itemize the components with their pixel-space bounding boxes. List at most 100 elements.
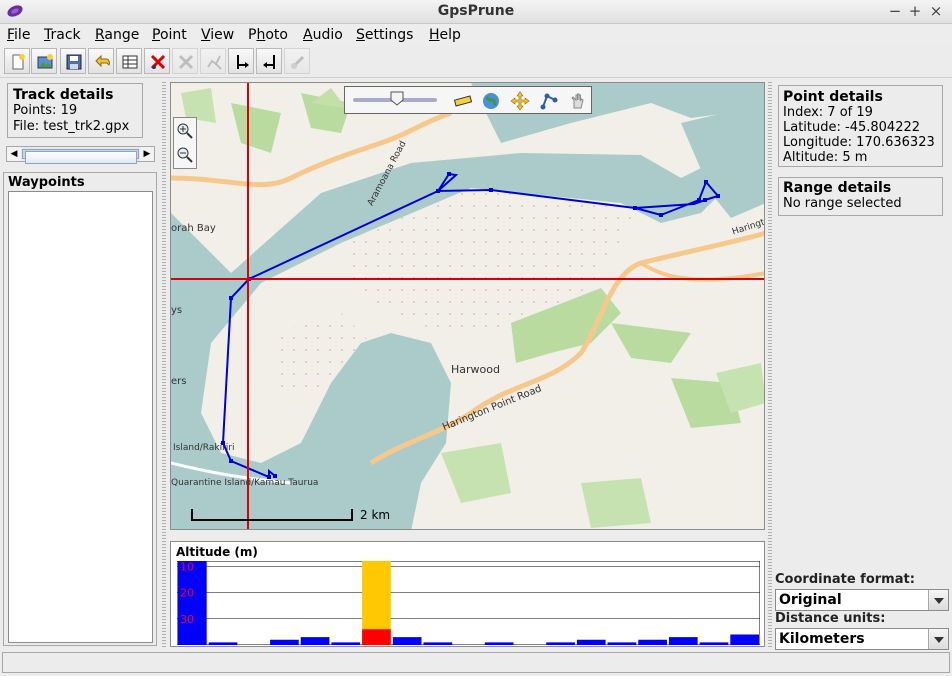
altitude-bar[interactable] bbox=[607, 642, 637, 645]
altitude-profile-panel[interactable]: Altitude (m) 30 20 10 bbox=[170, 541, 765, 647]
point-longitude: Longitude: 170.636323 bbox=[783, 135, 935, 150]
edit-table-button[interactable] bbox=[116, 48, 142, 74]
delete-point-icon bbox=[150, 54, 166, 70]
set-range-start-button[interactable] bbox=[228, 48, 254, 74]
save-button[interactable] bbox=[60, 48, 86, 74]
menu-view[interactable]: View bbox=[201, 27, 234, 43]
set-range-end-icon bbox=[263, 55, 275, 69]
save-icon bbox=[66, 54, 82, 70]
add-photo-button[interactable] bbox=[31, 48, 57, 74]
altitude-bar[interactable] bbox=[668, 637, 698, 645]
coordinate-format-value: Original bbox=[779, 592, 842, 608]
altitude-bar[interactable] bbox=[208, 642, 238, 645]
track-details-title: Track details bbox=[13, 87, 114, 103]
map-label-edge-2: ers bbox=[171, 376, 187, 387]
point-latitude: Latitude: -45.804222 bbox=[783, 120, 921, 135]
zoom-controls bbox=[173, 117, 197, 169]
menu-point[interactable]: Point bbox=[152, 27, 187, 43]
new-file-button[interactable] bbox=[4, 48, 30, 74]
minimize-button[interactable]: − bbox=[886, 2, 904, 20]
point-details-panel: Point details Index: 7 of 19 Latitude: -… bbox=[778, 85, 943, 167]
edit-table-icon bbox=[122, 55, 138, 69]
map-label-edge-1: ys bbox=[171, 305, 183, 316]
globe-icon[interactable] bbox=[481, 91, 501, 111]
menu-help[interactable]: Help bbox=[429, 27, 461, 43]
altitude-bar[interactable] bbox=[300, 637, 330, 645]
maximize-button[interactable]: + bbox=[906, 2, 924, 20]
delete-point-button[interactable] bbox=[144, 48, 170, 74]
slider-thumb[interactable] bbox=[25, 151, 137, 164]
window-title: GpsPrune bbox=[437, 3, 515, 19]
menu-settings[interactable]: Settings bbox=[356, 27, 413, 43]
scale-bar-toggle-icon[interactable] bbox=[453, 91, 473, 111]
altitude-bar[interactable] bbox=[270, 639, 299, 645]
slider-track[interactable] bbox=[22, 149, 139, 164]
altitude-bar[interactable] bbox=[576, 639, 606, 645]
scroll-right-arrow-icon[interactable]: ▶ bbox=[140, 147, 154, 161]
point-index: Index: 7 of 19 bbox=[783, 105, 873, 120]
zoom-out-icon[interactable] bbox=[176, 146, 194, 164]
altitude-bar[interactable] bbox=[362, 629, 391, 645]
autopan-icon[interactable] bbox=[510, 91, 530, 111]
map-canvas[interactable] bbox=[171, 83, 765, 530]
map-label-harwood: Harwood bbox=[451, 363, 500, 376]
new-file-icon bbox=[12, 54, 25, 70]
altitude-bar[interactable] bbox=[546, 642, 575, 645]
map-scale-label: 2 km bbox=[360, 508, 391, 522]
altitude-bar[interactable] bbox=[178, 561, 207, 645]
distance-units-dropdown-button[interactable] bbox=[928, 629, 948, 649]
crop-button[interactable] bbox=[200, 48, 226, 74]
map-scale-bar bbox=[191, 509, 353, 521]
point-altitude: Altitude: 5 m bbox=[783, 150, 868, 165]
altitude-chart[interactable]: 30 20 10 bbox=[177, 561, 760, 645]
distance-units-select[interactable]: Kilometers bbox=[775, 628, 949, 650]
set-range-end-button[interactable] bbox=[256, 48, 282, 74]
coordinate-format-select[interactable]: Original bbox=[775, 589, 949, 611]
scroll-left-arrow-icon[interactable]: ◀ bbox=[7, 147, 21, 161]
menu-range[interactable]: Range bbox=[95, 27, 139, 43]
waypoints-panel: Waypoints bbox=[3, 172, 157, 646]
right-split-divider[interactable] bbox=[768, 82, 772, 647]
altitude-bar[interactable] bbox=[392, 637, 422, 645]
point-details-title: Point details bbox=[783, 89, 883, 105]
title-bar: GpsPrune − + × bbox=[0, 0, 952, 24]
altitude-bar[interactable] bbox=[699, 642, 729, 645]
connect-icon bbox=[291, 55, 305, 69]
undo-button[interactable] bbox=[88, 48, 114, 74]
connect-button[interactable] bbox=[284, 48, 310, 74]
menu-file[interactable]: File bbox=[7, 27, 30, 43]
range-details-title: Range details bbox=[783, 180, 892, 196]
altitude-chart-title: Altitude (m) bbox=[176, 545, 258, 559]
track-scroll-slider[interactable]: ◀ ▶ bbox=[6, 146, 155, 164]
map-label-island: Island/Rakiriri bbox=[173, 443, 235, 453]
zoom-slider-thumb-icon[interactable] bbox=[389, 90, 405, 106]
delete-range-button[interactable] bbox=[172, 48, 198, 74]
track-points-count: Points: 19 bbox=[13, 103, 78, 118]
map-view[interactable]: orah Bay Harwood Harington Point Road Ar… bbox=[170, 82, 765, 530]
map-label-quarantine: Quarantine Island/Kamau Taurua bbox=[171, 478, 319, 488]
altitude-bar[interactable] bbox=[638, 639, 667, 645]
status-bar bbox=[2, 652, 950, 673]
range-details-value: No range selected bbox=[783, 196, 902, 211]
altitude-bar[interactable] bbox=[484, 642, 514, 645]
distance-units-label: Distance units: bbox=[775, 611, 886, 626]
connect-points-icon[interactable] bbox=[539, 91, 559, 111]
menu-photo[interactable]: Photo bbox=[248, 27, 288, 43]
waypoints-list[interactable] bbox=[8, 191, 153, 643]
menu-track[interactable]: Track bbox=[44, 27, 81, 43]
delete-range-icon bbox=[178, 54, 194, 70]
distance-units-value: Kilometers bbox=[779, 631, 865, 647]
set-range-start-icon bbox=[237, 55, 249, 69]
coordinate-format-dropdown-button[interactable] bbox=[928, 590, 948, 610]
left-split-divider[interactable] bbox=[162, 82, 166, 647]
pan-hand-icon[interactable] bbox=[568, 91, 588, 111]
range-details-panel: Range details No range selected bbox=[778, 177, 943, 216]
menu-audio[interactable]: Audio bbox=[303, 27, 343, 43]
toolbar bbox=[0, 46, 952, 78]
close-button[interactable]: × bbox=[927, 2, 945, 20]
altitude-bar[interactable] bbox=[331, 642, 361, 645]
altitude-bar[interactable] bbox=[423, 642, 453, 645]
chevron-down-icon bbox=[934, 598, 944, 604]
altitude-bar[interactable] bbox=[730, 634, 759, 646]
zoom-in-icon[interactable] bbox=[176, 122, 194, 140]
